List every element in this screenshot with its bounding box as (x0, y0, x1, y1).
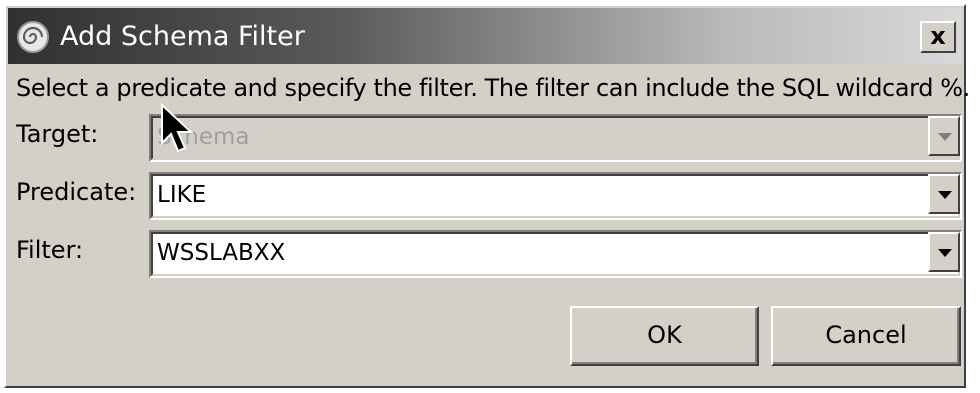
dialog-title: Add Schema Filter (60, 21, 305, 52)
target-label: Target: (16, 120, 99, 148)
chevron-down-icon[interactable] (928, 232, 960, 272)
dialog-frame: Add Schema Filter x Select a predicate a… (4, 4, 970, 388)
swirl-app-icon (17, 21, 49, 53)
predicate-label: Predicate: (16, 178, 137, 206)
predicate-value: LIKE (157, 182, 207, 208)
target-combo: Schema (149, 114, 962, 162)
add-schema-filter-dialog: Add Schema Filter x Select a predicate a… (0, 0, 980, 393)
mouse-pointer-icon (161, 103, 194, 153)
title-bar[interactable]: Add Schema Filter x (8, 8, 962, 64)
chevron-down-icon (928, 116, 960, 156)
ok-button[interactable]: OK (570, 306, 759, 366)
predicate-combo[interactable]: LIKE (149, 172, 962, 220)
chevron-down-icon[interactable] (928, 174, 960, 214)
cancel-button[interactable]: Cancel (771, 306, 961, 366)
filter-label: Filter: (16, 236, 84, 264)
close-button[interactable]: x (920, 21, 956, 53)
filter-value[interactable]: WSSLABXX (157, 240, 285, 266)
filter-combo[interactable]: WSSLABXX (149, 230, 962, 278)
instructions-text: Select a predicate and specify the filte… (16, 74, 970, 102)
close-icon: x (930, 22, 946, 50)
